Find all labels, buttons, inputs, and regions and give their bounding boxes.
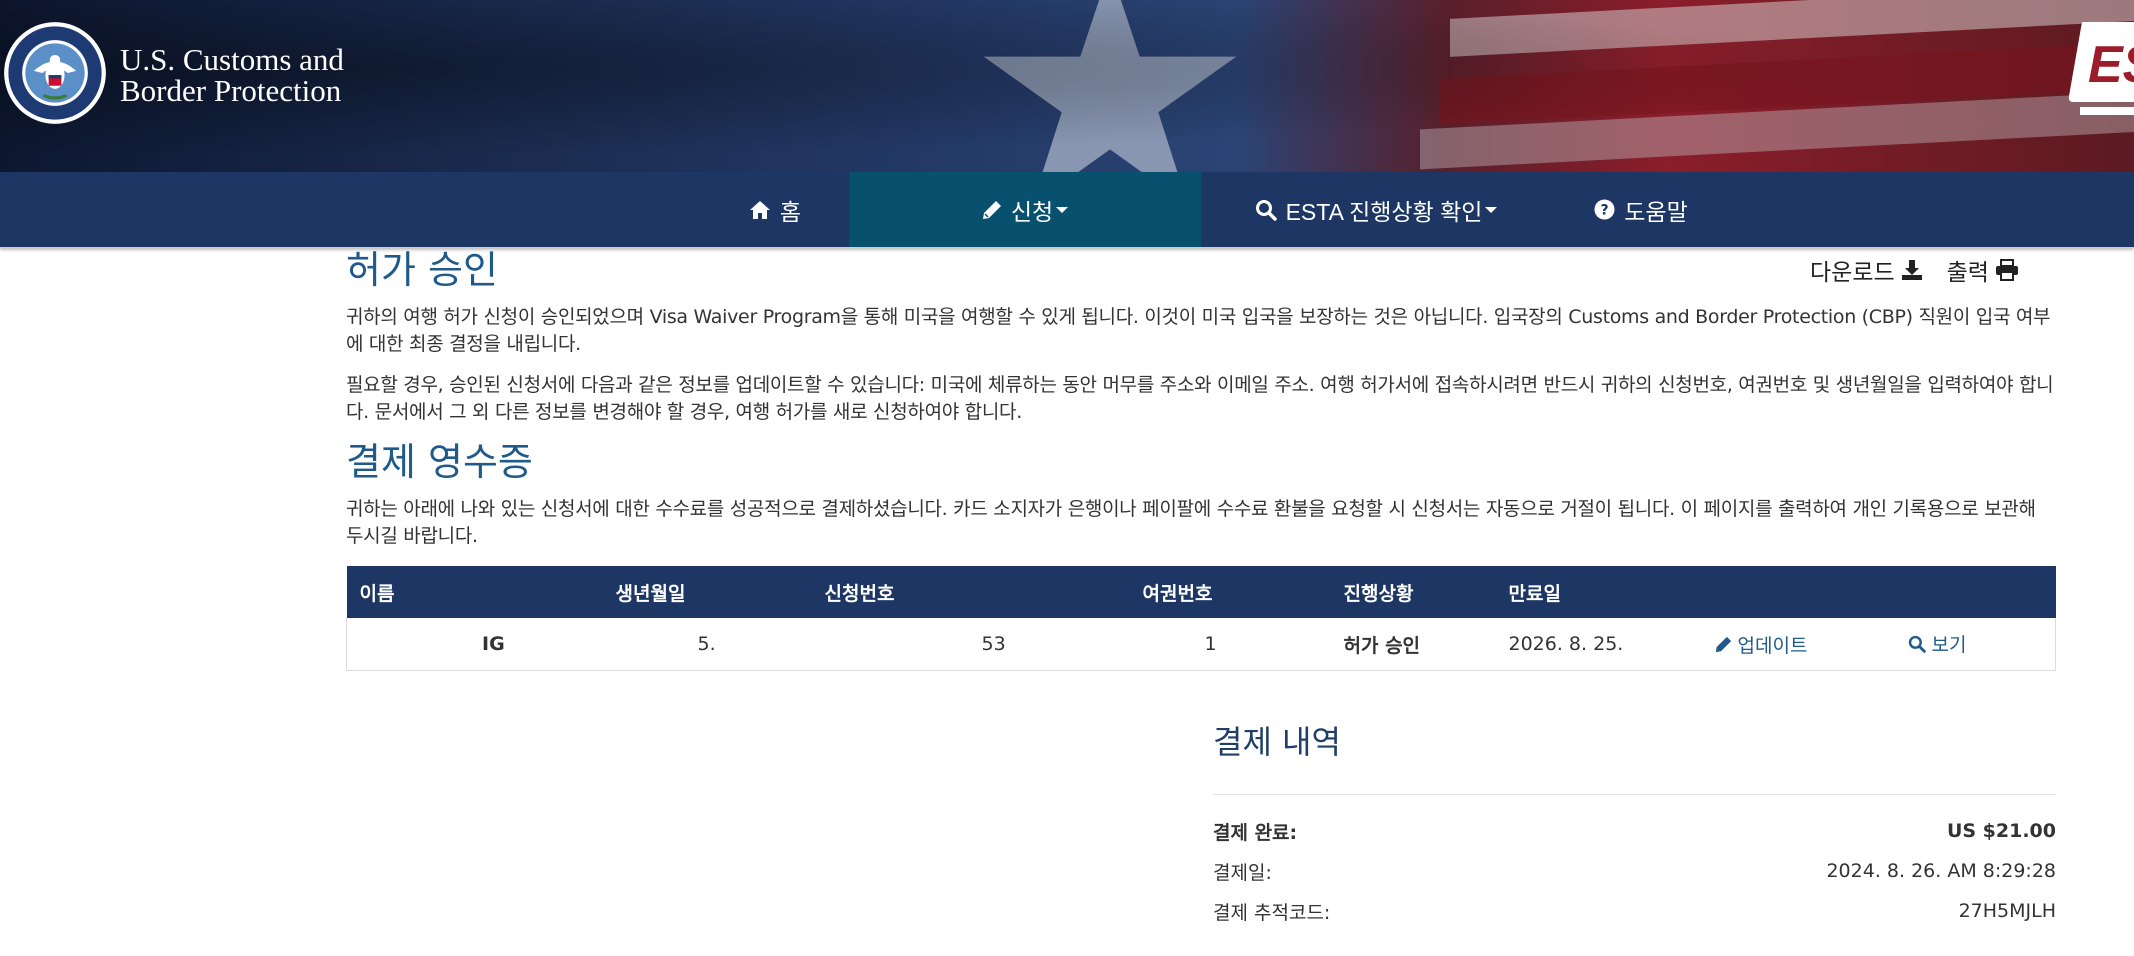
cell-application-no: 53: [811, 618, 1130, 671]
nav-home-label: 홈: [779, 198, 802, 225]
chevron-down-icon: [1056, 206, 1069, 213]
approval-paragraph-2: 필요할 경우, 승인된 신청서에 다음과 같은 정보를 업데이트할 수 있습니다…: [346, 374, 2054, 423]
nav-item-home[interactable]: 홈: [700, 172, 850, 247]
esta-logo[interactable]: ES: [2068, 22, 2134, 127]
col-status: 진행상황: [1330, 566, 1496, 618]
payment-details: 결제 내역 결제 완료: US $21.00 결제일: 2024. 8. 26.…: [1213, 722, 2056, 931]
col-expiry: 만료일: [1495, 566, 1702, 618]
nav-item-apply[interactable]: 신청: [849, 172, 1201, 247]
nav-check-status-label: ESTA 진행상황 확인: [1285, 198, 1483, 225]
cell-name: IG: [346, 618, 603, 671]
col-passport-no: 여권번호: [1129, 566, 1331, 618]
col-dob: 생년월일: [602, 566, 812, 618]
header-banner: U.S. Customs and Border Protection ES: [0, 0, 2134, 172]
nav-item-help[interactable]: ? 도움말: [1551, 172, 1731, 247]
receipt-paragraph: 귀하는 아래에 나와 있는 신청서에 대한 수수료를 성공적으로 결제하셨습니다…: [346, 498, 2036, 547]
payment-tracking-label: 결제 추적코드:: [1213, 901, 1331, 924]
agency-name-line2: Border Protection: [120, 73, 342, 108]
receipt-title: 결제 영수증: [346, 440, 533, 484]
payment-total-value: US $21.00: [1946, 820, 2056, 842]
table-row: IG 5. 53 1 허가 승인 2026. 8. 25. 업데이트 보기: [346, 618, 2056, 671]
pencil-icon: [1715, 636, 1731, 652]
col-update: [1701, 566, 1908, 618]
cell-expiry: 2026. 8. 25.: [1495, 618, 1702, 671]
svg-text:?: ?: [1601, 203, 1609, 219]
main-content: 허가 승인 귀하의 여행 허가 신청이 승인되었으며 Visa Waiver P…: [346, 248, 2056, 671]
nav-apply-label: 신청: [1010, 198, 1054, 225]
col-view: [1907, 566, 2056, 618]
main-nav: 홈 신청 ESTA 진행상황 확인 ? 도움말: [0, 172, 2134, 248]
update-label: 업데이트: [1737, 634, 1808, 657]
cell-dob: 5.: [602, 618, 812, 671]
update-link[interactable]: 업데이트: [1715, 631, 1808, 658]
payment-date-label: 결제일:: [1213, 861, 1272, 884]
cell-passport-no: 1: [1129, 618, 1331, 671]
agency-name[interactable]: U.S. Customs and Border Protection: [120, 44, 344, 106]
approval-title: 허가 승인: [346, 248, 498, 292]
dhs-seal-logo[interactable]: [2, 20, 108, 126]
payment-row-date: 결제일: 2024. 8. 26. AM 8:29:28: [1213, 851, 2056, 891]
search-icon: [1255, 199, 1277, 221]
search-icon: [1908, 635, 1926, 653]
agency-name-line1: U.S. Customs and: [120, 42, 344, 77]
col-name: 이름: [346, 566, 603, 618]
cell-view: 보기: [1907, 618, 2056, 671]
payment-row-total: 결제 완료: US $21.00: [1213, 811, 2056, 851]
view-link[interactable]: 보기: [1908, 630, 1967, 657]
table-header-row: 이름 생년월일 신청번호 여권번호 진행상황 만료일: [346, 566, 2056, 618]
question-circle-icon: ?: [1594, 199, 1615, 220]
cell-update: 업데이트: [1701, 618, 1908, 671]
payment-total-label: 결제 완료:: [1213, 821, 1298, 844]
payment-title: 결제 내역: [1213, 723, 1341, 761]
col-application-no: 신청번호: [811, 566, 1130, 618]
payment-date-value: 2024. 8. 26. AM 8:29:28: [1826, 860, 2056, 882]
application-table: 이름 생년월일 신청번호 여권번호 진행상황 만료일 IG 5. 53 1 허가…: [346, 566, 2056, 671]
view-label: 보기: [1931, 634, 1967, 657]
cell-status: 허가 승인: [1330, 618, 1496, 671]
pencil-icon: [982, 200, 1002, 220]
svg-text:ES: ES: [2088, 36, 2134, 94]
payment-tracking-value: 27H5MJLH: [1958, 900, 2056, 922]
approval-paragraph-1: 귀하의 여행 허가 신청이 승인되었으며 Visa Waiver Program…: [346, 306, 2051, 355]
payment-row-tracking: 결제 추적코드: 27H5MJLH: [1213, 891, 2056, 931]
nav-help-label: 도움말: [1624, 198, 1688, 225]
chevron-down-icon: [1485, 206, 1498, 213]
home-icon: [749, 200, 771, 220]
nav-item-check-status[interactable]: ESTA 진행상황 확인: [1201, 172, 1551, 247]
